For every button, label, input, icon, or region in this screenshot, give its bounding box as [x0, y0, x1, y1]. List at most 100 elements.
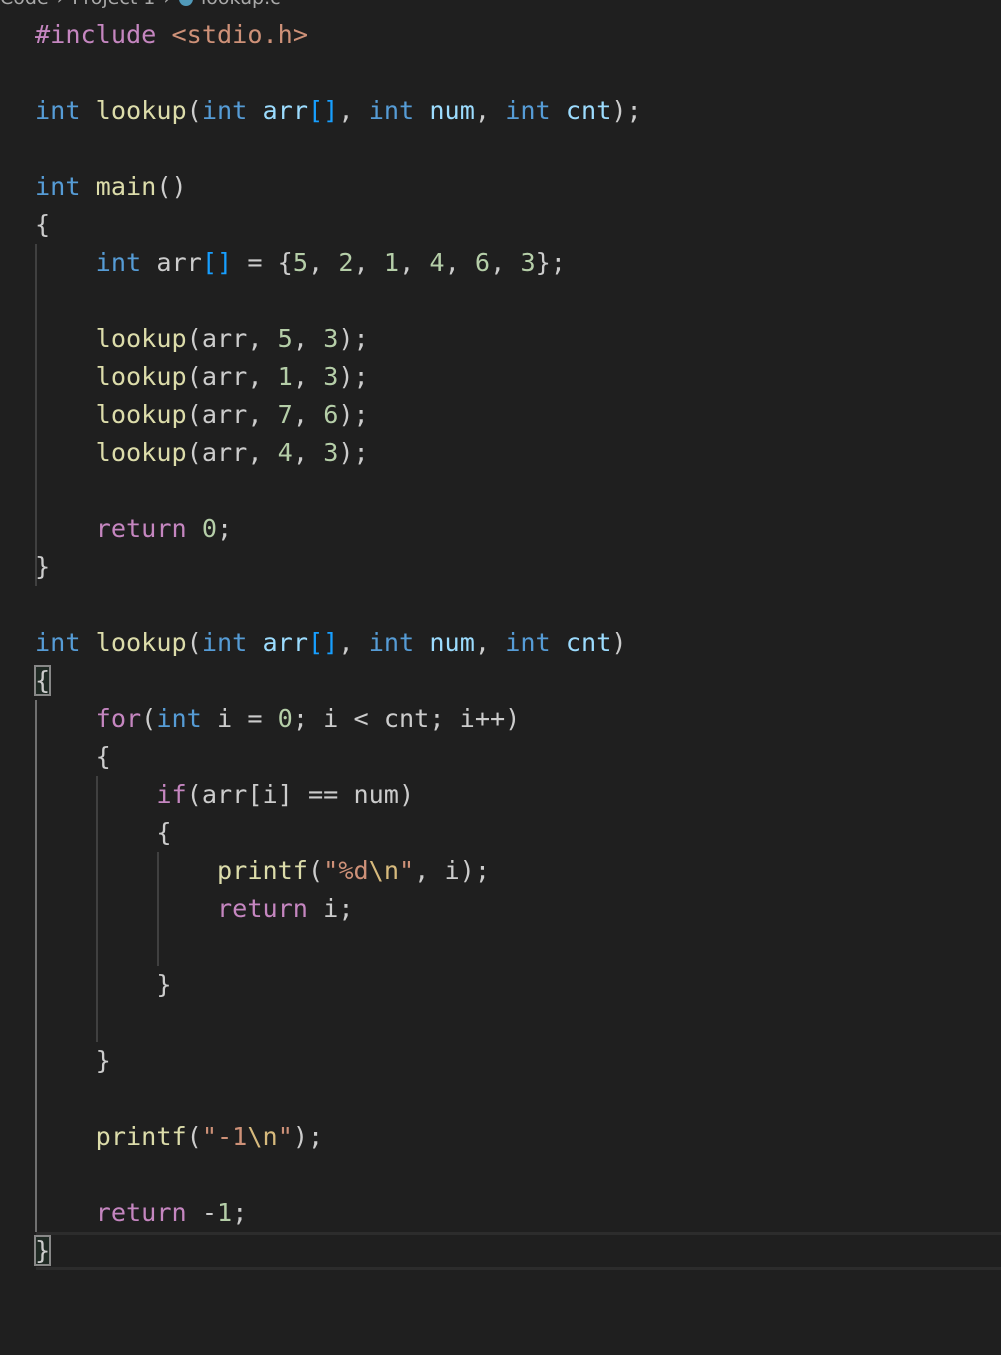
code-token: 3	[520, 248, 536, 277]
code-line[interactable]: {	[0, 206, 1001, 244]
code-line[interactable]: int lookup(int arr[], int num, int cnt)	[0, 624, 1001, 662]
code-token: {	[35, 818, 172, 847]
code-token: lookup	[95, 362, 187, 391]
code-token: int	[35, 172, 81, 201]
code-token: ,	[292, 362, 324, 391]
code-line[interactable]: lookup(arr, 1, 3);	[0, 358, 1001, 396]
code-editor[interactable]: #include <stdio.h> int lookup(int arr[], …	[0, 16, 1001, 1270]
code-line[interactable]	[0, 130, 1001, 168]
code-line[interactable]: }	[0, 1042, 1001, 1080]
code-token: 7	[277, 400, 293, 429]
breadcrumb-item-project[interactable]: Project 1	[72, 0, 155, 9]
code-line[interactable]: }	[0, 966, 1001, 1004]
code-token: )	[611, 628, 627, 657]
code-line[interactable]: return 0;	[0, 510, 1001, 548]
code-line[interactable]: return i;	[0, 890, 1001, 928]
code-token: main	[95, 172, 157, 201]
code-token: 1	[383, 248, 400, 277]
code-token: = {	[232, 248, 293, 277]
code-line[interactable]: printf("-1\n");	[0, 1118, 1001, 1156]
code-token: };	[535, 248, 566, 277]
code-line[interactable]: {	[0, 814, 1001, 852]
code-token: 1	[277, 362, 293, 391]
code-line[interactable]: for(int i = 0; i < cnt; i++)	[0, 700, 1001, 738]
code-token: "	[399, 856, 415, 885]
code-line[interactable]	[0, 586, 1001, 624]
code-token: }	[35, 970, 172, 999]
code-token: ; i < cnt; i++)	[292, 704, 521, 733]
code-token: (	[307, 856, 324, 885]
code-token: "	[277, 1122, 293, 1151]
code-token: , i);	[414, 856, 490, 885]
code-line[interactable]	[0, 1080, 1001, 1118]
code-token: printf	[95, 1122, 187, 1151]
code-line[interactable]: {	[0, 662, 1001, 700]
code-line[interactable]: return -1;	[0, 1194, 1001, 1232]
code-line[interactable]	[0, 928, 1001, 966]
code-line[interactable]: }	[0, 1232, 1001, 1270]
code-token: return	[216, 894, 308, 923]
code-token: ,	[444, 248, 475, 277]
code-line[interactable]: }	[0, 548, 1001, 586]
code-token: ,	[292, 438, 324, 467]
code-token: (arr,	[186, 438, 278, 467]
code-token: -	[186, 1198, 218, 1227]
code-token: i;	[307, 894, 354, 923]
code-line[interactable]: {	[0, 738, 1001, 776]
code-token: int	[201, 628, 248, 657]
code-line[interactable]: if(arr[i] == num)	[0, 776, 1001, 814]
code-token: arr	[141, 248, 202, 277]
code-line[interactable]: printf("%d\n", i);	[0, 852, 1001, 890]
code-line[interactable]: int lookup(int arr[], int num, int cnt);	[0, 92, 1001, 130]
code-line[interactable]: #include <stdio.h>	[0, 16, 1001, 54]
code-token: );	[611, 96, 642, 125]
code-token: ,	[308, 248, 339, 277]
code-token: arr	[262, 96, 309, 125]
code-line[interactable]: int main()	[0, 168, 1001, 206]
code-line[interactable]	[0, 472, 1001, 510]
code-token: "%d	[323, 856, 369, 885]
matched-bracket: {	[33, 665, 52, 696]
chevron-right-icon: ›	[163, 0, 171, 9]
breadcrumb-item-folder[interactable]: Code	[0, 0, 49, 9]
code-token: 4	[277, 438, 293, 467]
breadcrumb-item-file[interactable]: lookup.c	[201, 0, 281, 9]
code-token: 4	[429, 248, 445, 277]
code-line[interactable]	[0, 1156, 1001, 1194]
code-token: arr	[262, 628, 309, 657]
code-token: lookup	[95, 324, 187, 353]
code-token: int	[35, 96, 81, 125]
code-line[interactable]	[0, 54, 1001, 92]
code-line[interactable]	[0, 282, 1001, 320]
code-token: <stdio.h>	[171, 20, 308, 49]
code-token: lookup	[95, 438, 187, 467]
code-line[interactable]: lookup(arr, 4, 3);	[0, 434, 1001, 472]
code-line[interactable]: lookup(arr, 7, 6);	[0, 396, 1001, 434]
code-line[interactable]	[0, 1004, 1001, 1042]
code-token: (arr,	[186, 362, 278, 391]
code-line[interactable]: lookup(arr, 5, 3);	[0, 320, 1001, 358]
code-token: for	[95, 704, 142, 733]
code-token: 5	[292, 248, 309, 277]
code-token: 1	[217, 1198, 233, 1227]
code-token: lookup	[95, 96, 187, 125]
code-token: (	[186, 96, 202, 125]
code-token: []	[308, 628, 339, 657]
code-token: }	[35, 552, 51, 581]
code-token: (arr[i] == num)	[186, 780, 415, 809]
code-token: num	[429, 96, 475, 125]
code-line[interactable]: int arr[] = {5, 2, 1, 4, 6, 3};	[0, 244, 1001, 282]
code-token: (arr,	[186, 324, 278, 353]
